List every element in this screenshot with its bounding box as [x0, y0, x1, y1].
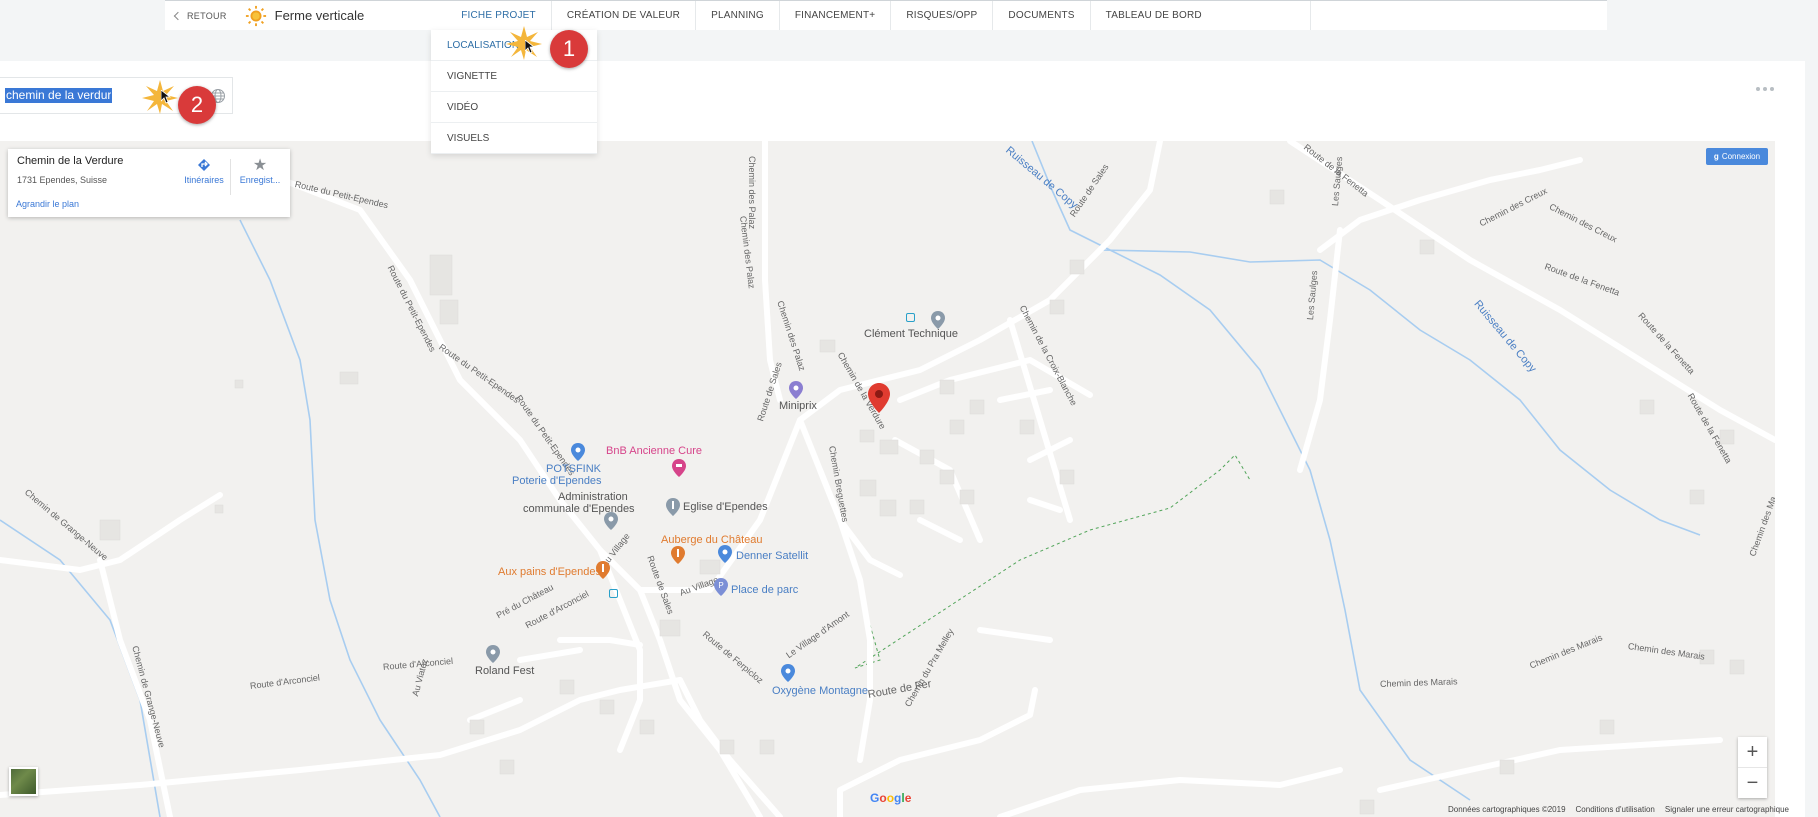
- project-title: Ferme verticale: [245, 5, 365, 27]
- zoom-out-button[interactable]: −: [1738, 768, 1767, 798]
- tab-financement[interactable]: FINANCEMENT+: [780, 1, 892, 30]
- road-label: Chemin des Palaz: [747, 156, 757, 230]
- government-pin-icon[interactable]: [604, 512, 618, 530]
- google-logo: Google: [870, 791, 912, 805]
- address-search-input[interactable]: [5, 88, 112, 103]
- menu-item-video[interactable]: VIDÉO: [431, 92, 597, 123]
- main-tabs: FICHE PROJET CRÉATION DE VALEUR PLANNING…: [446, 1, 1311, 30]
- shop-pin-icon[interactable]: [571, 443, 585, 461]
- top-navigation-bar: RETOUR Ferme verticale FICHE PROJET CRÉA…: [165, 0, 1607, 30]
- parking-pin-icon[interactable]: P: [714, 578, 728, 596]
- dot: [1763, 87, 1767, 91]
- back-button[interactable]: RETOUR: [165, 1, 227, 30]
- connexion-label: Connexion: [1721, 152, 1761, 161]
- report-error-link[interactable]: Signaler une erreur cartographique: [1665, 805, 1789, 814]
- tab-creation-de-valeur[interactable]: CRÉATION DE VALEUR: [552, 1, 697, 30]
- place-name: Chemin de la Verdure: [17, 155, 124, 167]
- google-g-icon: g: [1713, 152, 1719, 161]
- shopping-pin-icon[interactable]: [789, 381, 803, 399]
- place-address: 1731 Ependes, Suisse: [17, 175, 108, 185]
- back-label: RETOUR: [187, 10, 227, 21]
- satellite-toggle[interactable]: [9, 767, 38, 796]
- project-name: Ferme verticale: [274, 8, 365, 23]
- save-button[interactable]: ★ Enregist...: [234, 155, 286, 185]
- dot: [1770, 87, 1774, 91]
- star-icon: ★: [252, 157, 268, 174]
- click-burst-icon: [142, 80, 178, 114]
- poi-auberge-du-chateau[interactable]: Auberge du Château: [661, 534, 763, 546]
- bus-stop-icon[interactable]: [609, 589, 618, 598]
- poi-aux-pains-ependes[interactable]: Aux pains d'Ependes: [498, 566, 601, 578]
- mouse-cursor-icon: [525, 40, 535, 54]
- selected-location-marker[interactable]: [868, 383, 890, 413]
- map-attribution: Données cartographiques ©2019 Conditions…: [1448, 805, 1789, 814]
- map-view[interactable]: Route du Petit-Ependes Route du Petit-Ep…: [0, 141, 1775, 817]
- menu-item-visuels[interactable]: VISUELS: [431, 123, 597, 154]
- directions-icon: [198, 159, 210, 171]
- zoom-controls: + −: [1738, 737, 1767, 798]
- location-pin-icon[interactable]: [931, 311, 945, 329]
- shop-pin-icon[interactable]: [781, 664, 795, 682]
- mouse-cursor-icon: [161, 90, 171, 104]
- svg-text:P: P: [718, 581, 723, 590]
- directions-button[interactable]: Itinéraires: [178, 155, 230, 185]
- connexion-button[interactable]: g Connexion: [1706, 148, 1768, 165]
- chevron-left-icon: [173, 11, 183, 20]
- poi-place-de-parc[interactable]: Place de parc: [731, 584, 798, 596]
- poi-potsfink[interactable]: POTSFINK: [546, 463, 601, 475]
- click-burst-icon: [506, 26, 542, 60]
- tab-planning[interactable]: PLANNING: [696, 1, 780, 30]
- poi-roland-fest[interactable]: Roland Fest: [475, 665, 534, 677]
- map-data-credit: Données cartographiques ©2019: [1448, 805, 1566, 814]
- tab-documents[interactable]: DOCUMENTS: [993, 1, 1091, 30]
- restaurant-pin-icon[interactable]: [671, 546, 685, 564]
- bakery-pin-icon[interactable]: [596, 561, 610, 579]
- enlarge-map-link[interactable]: Agrandir le plan: [16, 199, 79, 209]
- dot: [1756, 87, 1760, 91]
- poi-denner-satellit[interactable]: Denner Satellit: [736, 550, 808, 562]
- zoom-in-button[interactable]: +: [1738, 737, 1767, 767]
- step-badge-2: 2: [178, 86, 216, 124]
- directions-label: Itinéraires: [184, 175, 224, 185]
- poi-clement-technique[interactable]: Clément Technique: [864, 328, 958, 340]
- poi-poterie-ependes[interactable]: Poterie d'Ependes: [512, 475, 602, 487]
- poi-oxygene-montagne[interactable]: Oxygène Montagne: [772, 685, 868, 697]
- bus-stop-icon[interactable]: [906, 313, 915, 322]
- church-pin-icon[interactable]: [666, 498, 680, 516]
- terms-link[interactable]: Conditions d'utilisation: [1576, 805, 1655, 814]
- grocery-pin-icon[interactable]: [718, 545, 732, 563]
- poi-miniprix[interactable]: Miniprix: [779, 400, 817, 412]
- location-pin-icon[interactable]: [486, 645, 500, 663]
- save-label: Enregist...: [239, 175, 281, 185]
- more-options-icon[interactable]: [1756, 87, 1774, 91]
- step-badge-1: 1: [550, 30, 588, 68]
- map-base: [0, 141, 1775, 817]
- place-info-card: Chemin de la Verdure 1731 Ependes, Suiss…: [8, 149, 290, 217]
- tab-risques-opp[interactable]: RISQUES/OPP: [891, 1, 994, 30]
- lodging-pin-icon[interactable]: [672, 459, 686, 477]
- poi-eglise-ependes[interactable]: Eglise d'Ependes: [683, 501, 768, 513]
- divider: [230, 159, 231, 195]
- poi-administration[interactable]: Administration: [558, 491, 628, 503]
- poi-bnb-ancienne-cure[interactable]: BnB Ancienne Cure: [606, 445, 702, 457]
- sun-icon: [245, 5, 266, 26]
- tab-tableau-de-bord[interactable]: TABLEAU DE BORD: [1091, 1, 1311, 30]
